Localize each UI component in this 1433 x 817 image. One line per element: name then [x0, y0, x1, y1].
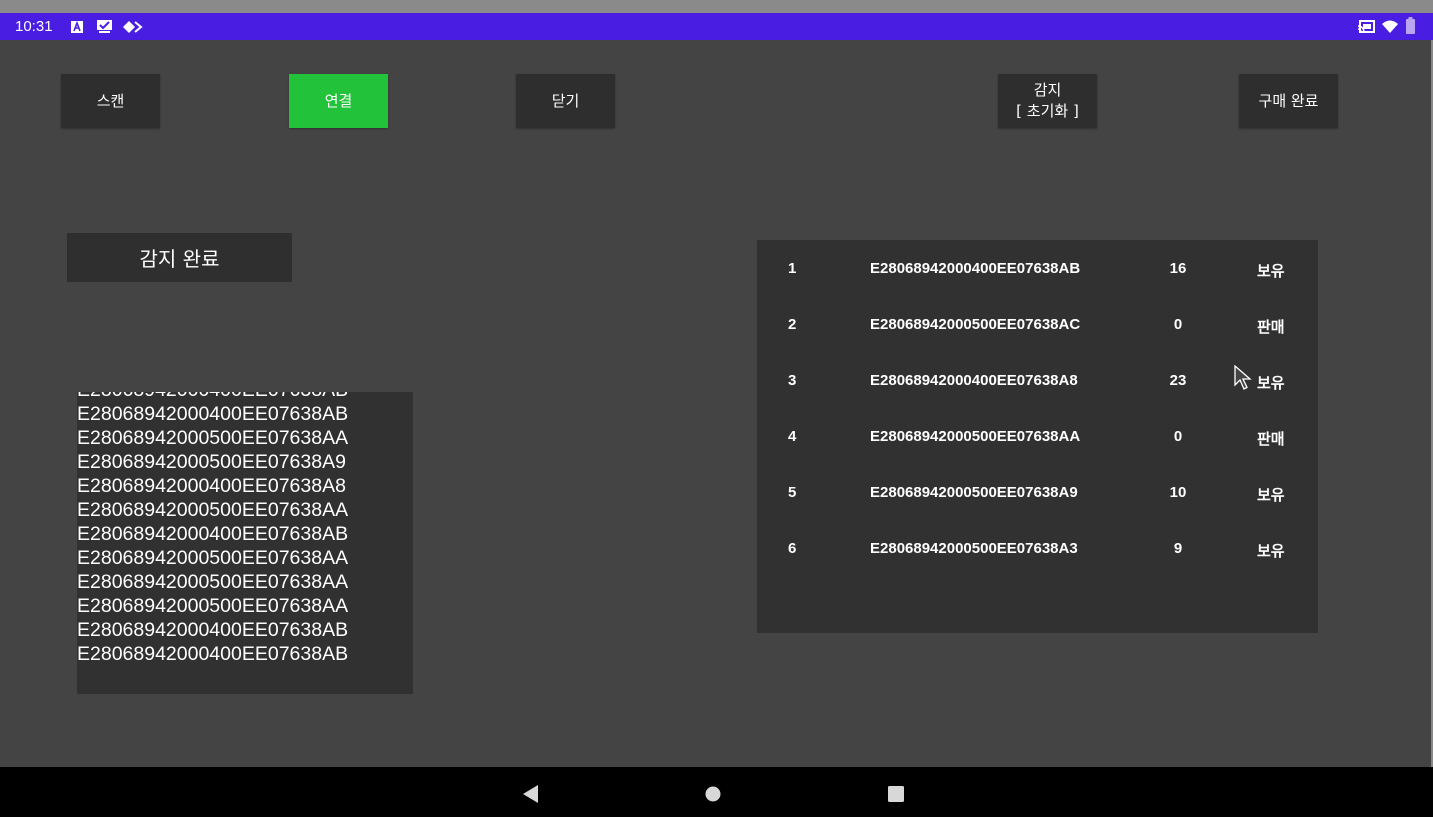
tag-id: E28068942000500EE07638A9	[870, 484, 1078, 501]
tag-log-item: E28068942000500EE07638AA	[77, 499, 349, 521]
quantity: 23	[1169, 372, 1187, 389]
tag-log-item: E28068942000400EE07638AB	[77, 643, 349, 665]
connect-button[interactable]: 연결	[289, 74, 388, 128]
close-button[interactable]: 닫기	[516, 74, 615, 128]
stock-status: 보유	[1257, 487, 1285, 504]
status-time: 10:31	[15, 18, 53, 35]
stock-status: 보유	[1257, 375, 1285, 392]
stock-status: 판매	[1257, 319, 1285, 336]
row-number: 1	[788, 260, 797, 277]
tag-log-item: E28068942000400EE07638A8	[77, 475, 346, 497]
home-icon[interactable]	[705, 786, 721, 806]
cast-icon	[1357, 19, 1375, 38]
tag-id: E28068942000500EE07638AA	[870, 428, 1081, 445]
scan-button[interactable]: 스캔	[61, 74, 160, 128]
tag-log-item: E28068942000500EE07638A9	[77, 451, 346, 473]
row-number: 2	[788, 316, 797, 333]
quantity: 0	[1173, 428, 1183, 445]
quantity: 16	[1169, 260, 1187, 277]
window-top-strip	[0, 0, 1433, 13]
table-row[interactable]: 5 E28068942000500EE07638A9 10 보유	[757, 464, 1318, 520]
wifi-icon	[1382, 19, 1398, 38]
quantity: 0	[1173, 316, 1183, 333]
recents-icon[interactable]	[888, 786, 904, 806]
table-row[interactable]: 4 E28068942000500EE07638AA 0 판매	[757, 408, 1318, 464]
app-screen: 스캔 연결 닫기 감지 [ 초기화 ] 구매 완료 감지 완료 E2806894…	[0, 40, 1431, 767]
quantity: 9	[1173, 540, 1183, 557]
back-icon[interactable]	[522, 785, 539, 807]
tag-id: E28068942000500EE07638AC	[870, 316, 1081, 333]
stock-status: 보유	[1257, 543, 1285, 560]
table-row[interactable]: 6 E28068942000500EE07638A3 9 보유	[757, 520, 1318, 576]
tag-id: E28068942000400EE07638A8	[870, 372, 1078, 389]
detect-reset-button[interactable]: 감지 [ 초기화 ]	[998, 74, 1097, 128]
mouse-cursor-icon	[1234, 364, 1252, 395]
tag-log-item: E28068942000400EE07638AB	[77, 392, 348, 402]
battery-icon	[1406, 17, 1415, 38]
tag-id: E28068942000500EE07638A3	[870, 540, 1078, 557]
tag-table: 1 E28068942000400EE07638AB 16 보유 2 E280689420…	[757, 240, 1318, 633]
row-number: 6	[788, 540, 797, 557]
tag-log-item: E28068942000400EE07638AB	[77, 523, 349, 545]
purchase-complete-button[interactable]: 구매 완료	[1239, 74, 1338, 128]
table-row[interactable]: 2 E28068942000500EE07638AC 0 판매	[757, 296, 1318, 352]
stock-status: 보유	[1257, 263, 1285, 280]
tag-log-item: E28068942000500EE07638AA	[77, 547, 349, 569]
diamond-arrows-icon	[122, 19, 143, 38]
tag-id: E28068942000400EE07638AB	[870, 260, 1081, 277]
tag-log-item: E28068942000500EE07638AA	[77, 595, 349, 617]
row-number: 4	[788, 428, 797, 445]
tag-log-item: E28068942000500EE07638AA	[77, 571, 349, 593]
navigation-bar	[0, 767, 1433, 817]
status-label: 감지 완료	[67, 233, 292, 282]
checkbox-icon	[96, 19, 114, 38]
quantity: 10	[1169, 484, 1187, 501]
tag-log-item: E28068942000500EE07638AA	[77, 427, 349, 449]
status-bar: 10:31	[0, 13, 1433, 40]
row-number: 3	[788, 372, 797, 389]
tag-log-item: E28068942000400EE07638AB	[77, 403, 349, 425]
stock-status: 판매	[1257, 431, 1285, 448]
tag-log-item: E28068942000400EE07638AB	[77, 619, 349, 641]
text-a-icon	[70, 19, 84, 38]
tag-log-list[interactable]: E28068942000400EE07638ABE28068942000400E…	[77, 392, 413, 694]
table-row[interactable]: 1 E28068942000400EE07638AB 16 보유	[757, 240, 1318, 296]
row-number: 5	[788, 484, 797, 501]
